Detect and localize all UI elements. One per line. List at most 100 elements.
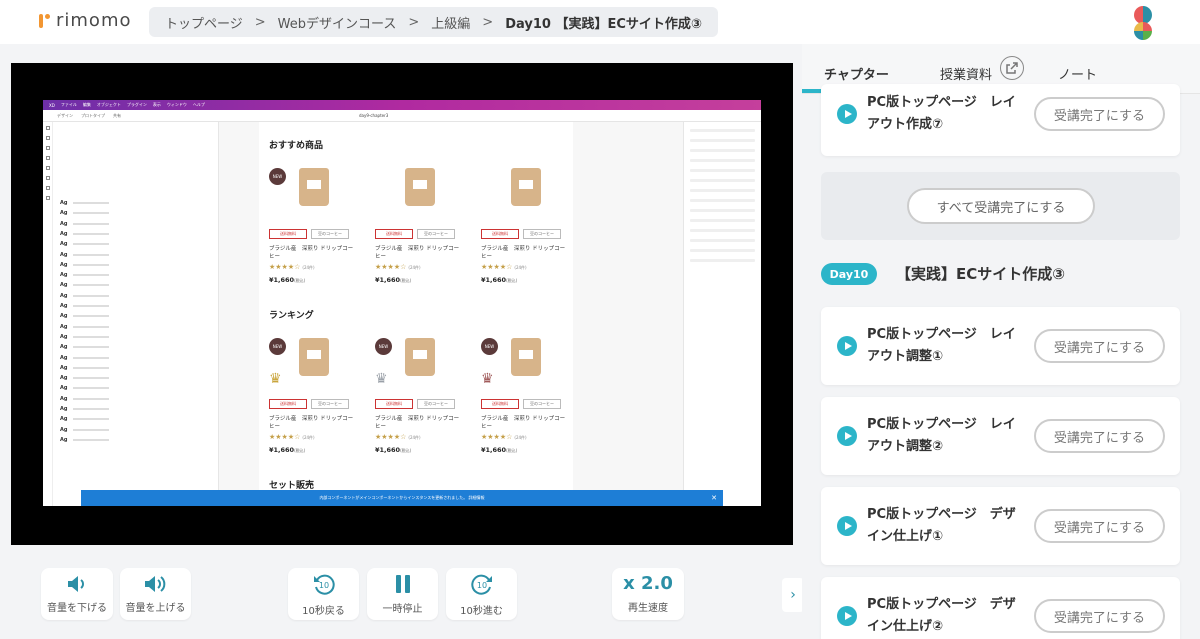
crown-icon: ♛: [269, 371, 282, 387]
product-price: ¥1,660(税込): [269, 276, 305, 284]
day-title: 【実践】ECサイト作成③: [896, 265, 1065, 283]
xd-assets-panel: Ag Ag Ag Ag Ag Ag Ag Ag Ag Ag Ag Ag Ag Ag Ag Ag Ag Ag Ag Ag…: [43, 122, 219, 506]
play-icon[interactable]: [837, 516, 857, 536]
tab-notes[interactable]: ノート: [1058, 64, 1097, 83]
pause-button[interactable]: 一時停止: [367, 568, 438, 620]
chapter-title: PC版トップページ デザイン仕上げ②: [867, 597, 1016, 634]
play-icon[interactable]: [837, 336, 857, 356]
tag-bean: 豆のコーヒー: [311, 229, 349, 239]
stars: ★★★★☆: [375, 263, 407, 271]
chapter-card[interactable]: PC版トップページ レイアウト調整① 受講完了にする: [821, 307, 1180, 385]
asset-row: Ag: [60, 241, 110, 247]
tag-free-shipping: 送料無料: [375, 229, 413, 239]
asset-row: Ag: [60, 200, 110, 206]
tool-icon: [46, 186, 50, 190]
rewind-10-button[interactable]: 10 10秒戻る: [288, 568, 359, 620]
chapter-title: PC版トップページ レイアウト調整②: [867, 417, 1016, 454]
asset-row: Ag: [60, 344, 110, 350]
chapter-title: PC版トップページ レイアウト調整①: [867, 327, 1016, 364]
mark-complete-button[interactable]: 受講完了にする: [1034, 97, 1165, 131]
video-player[interactable]: XD ファイル 編集 オブジェクト プラグイン 表示 ウィンドウ ヘルプ デザイ…: [11, 63, 793, 545]
asset-row: Ag: [60, 334, 110, 340]
tool-icon: [46, 196, 50, 200]
pause-label: 一時停止: [382, 603, 423, 615]
rimomo-logo[interactable]: rimomo: [36, 10, 132, 31]
external-link-icon[interactable]: [1000, 56, 1024, 80]
chapter-card[interactable]: PC版トップページ デザイン仕上げ① 受講完了にする: [821, 487, 1180, 565]
playback-speed-button[interactable]: x 2.0 再生速度: [612, 568, 684, 620]
asset-row: Ag: [60, 313, 110, 319]
tool-icon: [46, 176, 50, 180]
mac-menu-item: 編集: [82, 102, 91, 107]
tag-bean: 豆のコーヒー: [417, 399, 455, 409]
price-value: ¥1,660: [481, 276, 507, 284]
forward-10-button[interactable]: 10 10秒進む: [446, 568, 517, 620]
xd-doc-title: day9-chapter3: [359, 113, 389, 118]
rating-stars: ★★★★☆ (24件): [375, 263, 421, 271]
asset-row: Ag: [60, 365, 110, 371]
logo-mark-icon: [36, 13, 52, 29]
recommended-title: おすすめ商品: [269, 141, 324, 151]
mark-complete-button[interactable]: 受講完了にする: [1034, 509, 1165, 543]
rewind-10-label: 10秒戻る: [302, 605, 345, 617]
new-badge: NEW: [269, 168, 286, 185]
price-value: ¥1,660: [375, 276, 401, 284]
price-note: (税込): [506, 278, 518, 283]
tag-free-shipping: 送料無料: [481, 399, 519, 409]
product-name: ブラジル産 深煎り ドリップコーヒー: [375, 246, 460, 260]
account-avatar-icon[interactable]: [1132, 4, 1154, 40]
play-icon[interactable]: [837, 426, 857, 446]
product-card: NEW ♛ 送料無料 豆のコーヒー ブラジル産 深煎り ドリップコーヒー ★★★★☆ (24…: [269, 338, 357, 454]
tag-bean: 豆のコーヒー: [523, 229, 561, 239]
mark-complete-button[interactable]: 受講完了にする: [1034, 329, 1165, 363]
mac-menu-item: ヘルプ: [192, 102, 205, 107]
tool-icon: [46, 146, 50, 150]
playback-speed-value: x 2.0: [623, 572, 673, 594]
product-image: [511, 168, 541, 206]
asset-row: Ag: [60, 427, 110, 433]
asset-row: Ag: [60, 406, 110, 412]
product-name: ブラジル産 深煎り ドリップコーヒー: [375, 416, 460, 430]
chapter-card[interactable]: PC版トップページ レイアウト作成⑦ 受講完了にする: [821, 84, 1180, 156]
breadcrumb-top[interactable]: トップページ: [165, 13, 243, 32]
crown-icon: ♛: [481, 371, 494, 387]
tab-chapters[interactable]: チャプター: [824, 64, 889, 83]
chapter-title: PC版トップページ レイアウト作成⑦: [867, 95, 1016, 132]
chapter-card[interactable]: PC版トップページ レイアウト調整② 受講完了にする: [821, 397, 1180, 475]
product-name: ブラジル産 深煎り ドリップコーヒー: [481, 246, 566, 260]
asset-row: Ag: [60, 324, 110, 330]
product-price: ¥1,660(税込): [375, 276, 411, 284]
review-count: (24件): [408, 265, 421, 270]
product-name: ブラジル産 深煎り ドリップコーヒー: [481, 416, 566, 430]
asset-row: Ag: [60, 282, 110, 288]
tag-bean: 豆のコーヒー: [523, 399, 561, 409]
svg-text:10: 10: [318, 581, 328, 590]
tag-bean: 豆のコーヒー: [311, 399, 349, 409]
volume-up-button[interactable]: 音量を上げる: [120, 568, 191, 620]
breadcrumb-course[interactable]: Webデザインコース: [278, 13, 397, 32]
asset-row: Ag: [60, 231, 110, 237]
play-icon[interactable]: [837, 104, 857, 124]
xd-mode-share: 共有: [113, 112, 121, 118]
complete-all-button[interactable]: すべて受講完了にする: [907, 188, 1095, 224]
crown-icon: ♛: [375, 371, 388, 387]
xd-artboard: おすすめ商品 ランキング セット販売 NEW 送料無料 豆のコーヒー ブラジル産 深煎…: [259, 122, 573, 506]
tag-bean: 豆のコーヒー: [417, 229, 455, 239]
new-badge: NEW: [481, 338, 498, 355]
pause-icon: [395, 574, 410, 593]
asset-row: Ag: [60, 416, 110, 422]
breadcrumb-level[interactable]: 上級編: [431, 13, 470, 32]
asset-row: Ag: [60, 252, 110, 258]
play-icon[interactable]: [837, 606, 857, 626]
asset-row: Ag: [60, 221, 110, 227]
volume-down-button[interactable]: 音量を下げる: [41, 568, 113, 620]
playback-speed-label: 再生速度: [628, 602, 668, 614]
mark-complete-button[interactable]: 受講完了にする: [1034, 419, 1165, 453]
mark-complete-button[interactable]: 受講完了にする: [1034, 599, 1165, 633]
product-card: NEW ♛ 送料無料 豆のコーヒー ブラジル産 深煎り ドリップコーヒー ★★★★☆ (24…: [481, 338, 569, 454]
breadcrumb: トップページ > Webデザインコース > 上級編 > Day10 【実践】EC…: [149, 7, 718, 37]
panel-toggle-button[interactable]: ›: [782, 578, 804, 612]
tab-materials[interactable]: 授業資料: [940, 64, 992, 83]
price-note: (税込): [400, 448, 412, 453]
chapter-card[interactable]: PC版トップページ デザイン仕上げ② 受講完了にする: [821, 577, 1180, 639]
